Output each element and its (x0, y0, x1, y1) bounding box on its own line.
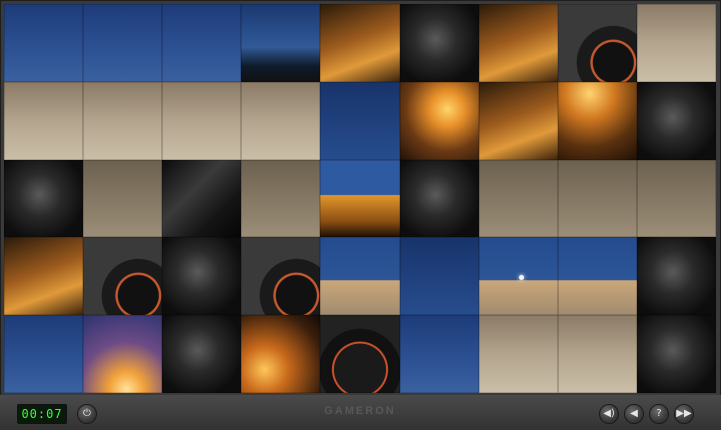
puzzle-tile[interactable] (636, 81, 716, 160)
puzzle-tile[interactable] (478, 81, 558, 160)
puzzle-tile[interactable] (636, 159, 716, 238)
puzzle-tile[interactable] (241, 315, 321, 393)
puzzle-tile[interactable] (478, 159, 558, 238)
puzzle-tile[interactable] (241, 81, 321, 160)
puzzle-tile[interactable] (162, 315, 242, 393)
puzzle-tile[interactable] (399, 315, 479, 393)
help-button[interactable]: ? (649, 404, 669, 424)
puzzle-tile[interactable] (241, 4, 321, 82)
puzzle-tile[interactable] (478, 4, 558, 82)
puzzle-board (4, 4, 716, 393)
moon-icon (518, 275, 524, 281)
puzzle-tile[interactable] (557, 81, 637, 160)
puzzle-tile[interactable] (4, 159, 84, 238)
game-window: 00:07 ⏻ GAMERON ◀) ◀ ? ▶▶ (0, 0, 721, 430)
puzzle-tile[interactable] (83, 159, 163, 238)
puzzle-tile[interactable] (636, 4, 716, 82)
puzzle-tile[interactable] (83, 315, 163, 393)
sound-button[interactable]: ◀) (599, 404, 619, 424)
puzzle-tile[interactable] (4, 4, 84, 82)
puzzle-tile[interactable] (320, 81, 400, 160)
puzzle-tile[interactable] (320, 159, 400, 238)
puzzle-tile[interactable] (320, 4, 400, 82)
puzzle-tile[interactable] (636, 315, 716, 393)
power-button[interactable]: ⏻ (77, 404, 97, 424)
puzzle-tile[interactable] (399, 237, 479, 316)
puzzle-tile[interactable] (162, 159, 242, 238)
speaker-icon: ◀) (603, 408, 615, 419)
puzzle-tile[interactable] (478, 315, 558, 393)
puzzle-tile[interactable] (162, 237, 242, 316)
puzzle-tile[interactable] (320, 237, 400, 316)
power-icon: ⏻ (83, 408, 91, 419)
puzzle-tile[interactable] (399, 81, 479, 160)
puzzle-tile[interactable] (636, 237, 716, 316)
puzzle-tile[interactable] (4, 237, 84, 316)
puzzle-tile[interactable] (4, 315, 84, 393)
puzzle-tile[interactable] (557, 237, 637, 316)
puzzle-tile[interactable] (4, 81, 84, 160)
speaker-low-icon: ◀ (630, 408, 638, 419)
puzzle-tile[interactable] (478, 237, 558, 316)
fast-forward-icon: ▶▶ (676, 408, 692, 419)
brand-logo: GAMERON (324, 405, 396, 417)
puzzle-tile[interactable] (320, 315, 400, 393)
puzzle-tile[interactable] (241, 237, 321, 316)
puzzle-tile[interactable] (241, 159, 321, 238)
puzzle-tile[interactable] (557, 315, 637, 393)
puzzle-tile[interactable] (83, 4, 163, 82)
timer-display: 00:07 (17, 404, 67, 424)
puzzle-tile[interactable] (83, 237, 163, 316)
puzzle-tile[interactable] (557, 159, 637, 238)
help-icon: ? (656, 408, 662, 419)
puzzle-tile[interactable] (162, 81, 242, 160)
puzzle-tile[interactable] (399, 159, 479, 238)
puzzle-tile[interactable] (162, 4, 242, 82)
volume-button[interactable]: ◀ (624, 404, 644, 424)
puzzle-tile[interactable] (83, 81, 163, 160)
puzzle-tile[interactable] (399, 4, 479, 82)
skip-button[interactable]: ▶▶ (674, 404, 694, 424)
puzzle-tile[interactable] (557, 4, 637, 82)
